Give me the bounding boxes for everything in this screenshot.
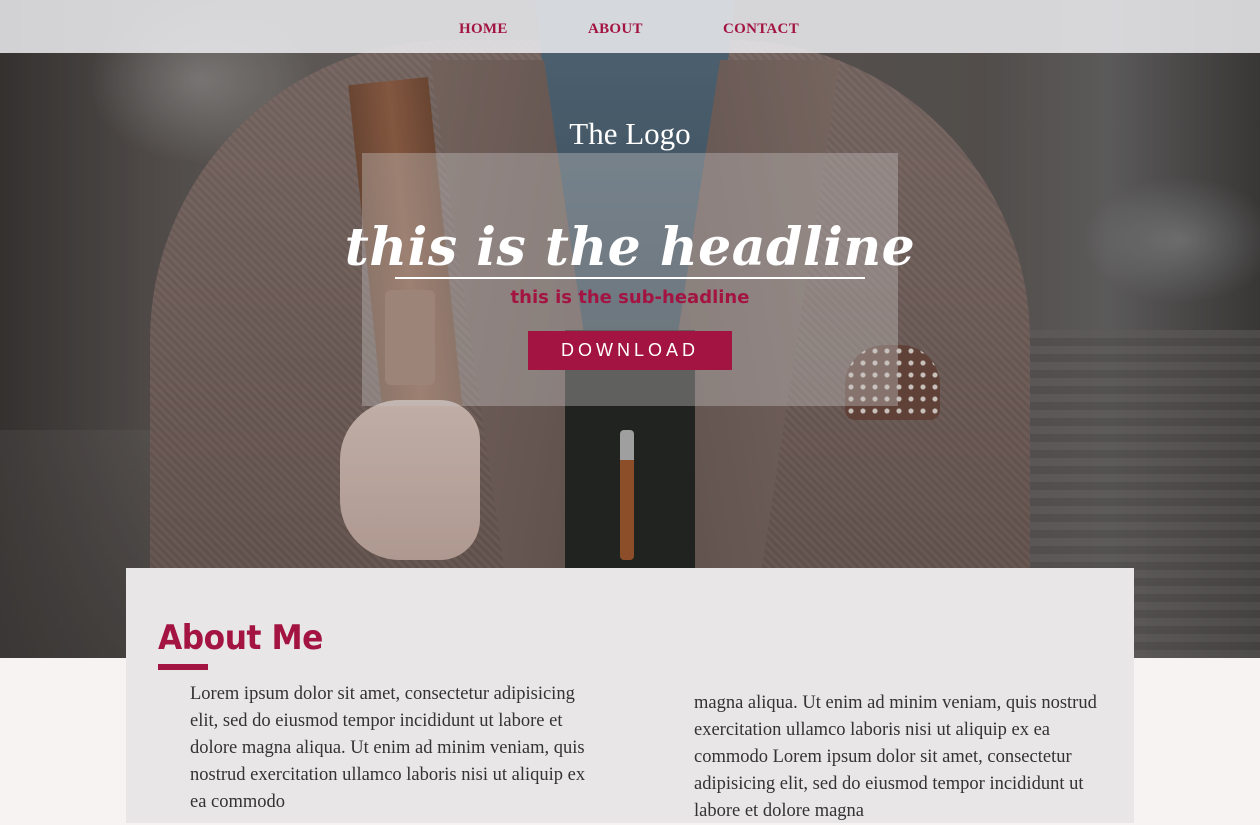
nav-link-home[interactable]: HOME (459, 21, 508, 38)
download-button[interactable]: DOWNLOAD (528, 331, 732, 370)
headline-underline (395, 277, 865, 279)
about-title-underline (158, 664, 208, 670)
about-text-right: magna aliqua. Ut enim ad minim veniam, q… (694, 693, 1097, 821)
hero-headline: this is the headline (344, 217, 916, 278)
about-text-left: Lorem ipsum dolor sit amet, consectetur … (190, 684, 586, 812)
nav-link-contact[interactable]: CONTACT (723, 21, 799, 38)
hero-subheadline: this is the sub-headline (510, 287, 750, 308)
nav-link-about[interactable]: ABOUT (588, 21, 643, 38)
top-nav: HOME ABOUT CONTACT (0, 0, 1260, 53)
about-title: About Me (158, 618, 323, 658)
site-logo[interactable]: The Logo (0, 116, 1260, 152)
